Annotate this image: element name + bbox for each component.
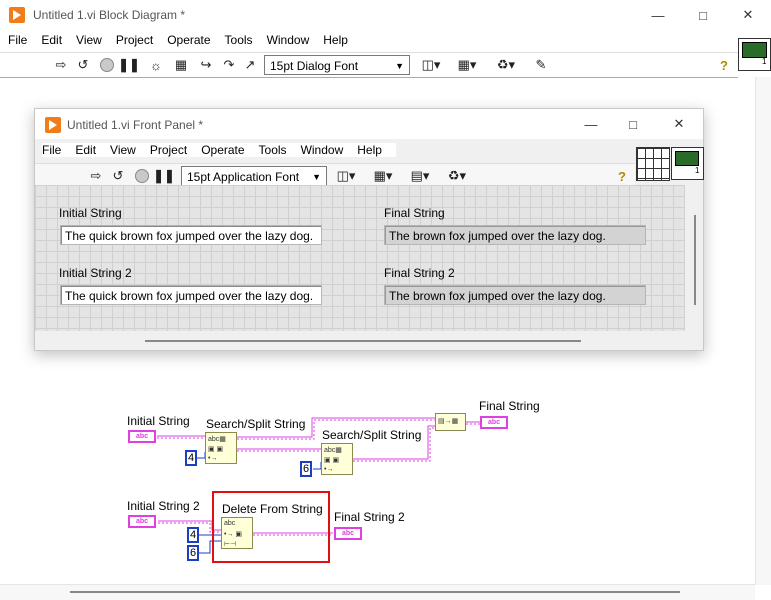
final-string-indicator: The brown fox jumped over the lazy dog. xyxy=(384,225,646,245)
delete-from-string-node[interactable]: abc •→ ▣ ⊢⊣ xyxy=(221,517,253,549)
fp-font-select[interactable]: 15pt Application Font ▼ xyxy=(181,166,327,186)
menu-help[interactable]: Help xyxy=(357,143,382,157)
search-split-1-label: Search/Split String xyxy=(206,417,306,431)
search-split-string-node-2[interactable]: abc▦ ▣ ▣ •→ xyxy=(321,443,353,475)
delete-from-string-label: Delete From String xyxy=(222,502,323,516)
fp-horizontal-scrollbar[interactable] xyxy=(35,331,686,349)
run-arrow-icon[interactable]: ⇨ xyxy=(87,167,105,185)
close-button[interactable]: ✕ xyxy=(664,113,694,135)
menu-operate[interactable]: Operate xyxy=(167,33,210,47)
search-split-string-node-1[interactable]: abc▦ ▣ ▣ •→ xyxy=(205,432,237,464)
numeric-constant-4[interactable]: 4 xyxy=(187,527,199,543)
context-help-icon[interactable]: ? xyxy=(613,167,631,185)
labview-app-icon xyxy=(45,117,61,133)
menu-project[interactable]: Project xyxy=(150,143,187,157)
bd-window-title: Untitled 1.vi Block Diagram * xyxy=(33,8,186,22)
fp-title-bar: Untitled 1.vi Front Panel * — □ ✕ xyxy=(35,109,703,139)
run-arrow-icon[interactable]: ⇨ xyxy=(52,56,70,74)
menu-help[interactable]: Help xyxy=(323,33,348,47)
initial-string-control[interactable]: The quick brown fox jumped over the lazy… xyxy=(60,225,322,245)
reorder-icon[interactable]: ♻▾ xyxy=(445,167,469,185)
vi-icon[interactable]: 1 xyxy=(671,147,704,180)
initial-string-2-label: Initial String 2 xyxy=(59,266,132,280)
chevron-down-icon: ▼ xyxy=(312,172,321,182)
close-button[interactable]: ✕ xyxy=(733,4,763,26)
menu-view[interactable]: View xyxy=(110,143,136,157)
menu-operate[interactable]: Operate xyxy=(201,143,244,157)
chevron-down-icon: ▼ xyxy=(395,61,404,71)
front-panel-window[interactable]: Untitled 1.vi Front Panel * — □ ✕ File Ed… xyxy=(34,108,704,351)
highlight-execution-icon[interactable]: ☼ xyxy=(147,56,165,74)
bd-toolbar: ⇨ ↺ ❚❚ ☼ ▦ ↪ ↷ ↗ 15pt Dialog Font ▼ ◫▾ ▦▾… xyxy=(0,52,738,78)
initial-string-2-control[interactable]: The quick brown fox jumped over the lazy… xyxy=(60,285,322,305)
bd-font-select[interactable]: 15pt Dialog Font ▼ xyxy=(264,55,410,75)
maximize-button[interactable]: □ xyxy=(688,4,718,26)
menu-file[interactable]: File xyxy=(42,143,61,157)
abort-icon[interactable] xyxy=(98,56,116,74)
menu-project[interactable]: Project xyxy=(116,33,153,47)
menu-file[interactable]: File xyxy=(8,33,27,47)
numeric-constant-4[interactable]: 4 xyxy=(185,450,197,466)
final-string-2-terminal-label: Final String 2 xyxy=(334,510,405,524)
bd-font-select-value: 15pt Dialog Font xyxy=(270,59,359,73)
fp-vertical-scrollbar[interactable] xyxy=(686,185,703,331)
final-string-terminal-label: Final String xyxy=(479,399,540,413)
menu-tools[interactable]: Tools xyxy=(225,33,253,47)
align-objects-icon[interactable]: ◫▾ xyxy=(419,56,443,74)
retain-wire-values-icon[interactable]: ▦ xyxy=(172,56,190,74)
clean-up-diagram-icon[interactable]: ✎ xyxy=(530,56,552,74)
reorder-icon[interactable]: ♻▾ xyxy=(494,56,518,74)
initial-string-label: Initial String xyxy=(59,206,122,220)
menu-view[interactable]: View xyxy=(76,33,102,47)
fp-window-title: Untitled 1.vi Front Panel * xyxy=(67,118,204,132)
final-string-label: Final String xyxy=(384,206,445,220)
numeric-constant-6[interactable]: 6 xyxy=(300,461,312,477)
fp-font-select-value: 15pt Application Font xyxy=(187,170,300,184)
maximize-button[interactable]: □ xyxy=(618,113,648,135)
numeric-constant-6[interactable]: 6 xyxy=(187,545,199,561)
final-string-terminal[interactable]: abc xyxy=(480,416,508,429)
horizontal-scrollbar[interactable] xyxy=(0,584,755,600)
distribute-objects-icon[interactable]: ▦▾ xyxy=(371,167,395,185)
pause-icon[interactable]: ❚❚ xyxy=(153,167,175,185)
labview-app-icon xyxy=(9,7,25,23)
align-objects-icon[interactable]: ◫▾ xyxy=(334,167,358,185)
distribute-objects-icon[interactable]: ▦▾ xyxy=(455,56,479,74)
run-continuously-icon[interactable]: ↺ xyxy=(74,56,92,74)
search-split-2-label: Search/Split String xyxy=(322,428,422,442)
bd-menu-bar: File Edit View Project Operate Tools Window Hel… xyxy=(8,33,362,51)
step-out-icon[interactable]: ↗ xyxy=(241,56,259,74)
menu-edit[interactable]: Edit xyxy=(75,143,96,157)
menu-tools[interactable]: Tools xyxy=(259,143,287,157)
run-continuously-icon[interactable]: ↺ xyxy=(109,167,127,185)
bd-title-bar: Untitled 1.vi Block Diagram * — □ ✕ xyxy=(0,0,771,30)
initial-string-terminal[interactable]: abc xyxy=(128,430,156,443)
initial-string-terminal-label: Initial String xyxy=(127,414,190,428)
initial-string-2-terminal[interactable]: abc xyxy=(128,515,156,528)
vertical-scrollbar[interactable] xyxy=(755,77,771,585)
menu-window[interactable]: Window xyxy=(301,143,344,157)
context-help-icon[interactable]: ? xyxy=(715,56,733,74)
step-into-icon[interactable]: ↪ xyxy=(197,56,215,74)
menu-window[interactable]: Window xyxy=(267,33,310,47)
vi-connector-icon[interactable]: 1 xyxy=(738,38,771,71)
final-string-2-label: Final String 2 xyxy=(384,266,455,280)
final-string-2-terminal[interactable]: abc xyxy=(334,527,362,540)
menu-edit[interactable]: Edit xyxy=(41,33,62,47)
final-string-2-indicator: The brown fox jumped over the lazy dog. xyxy=(384,285,646,305)
minimize-button[interactable]: — xyxy=(576,113,606,135)
resize-objects-icon[interactable]: ▤▾ xyxy=(408,167,432,185)
concatenate-strings-node[interactable]: ▤→▦ xyxy=(435,413,466,431)
step-over-icon[interactable]: ↷ xyxy=(220,56,238,74)
connector-pane-icon[interactable] xyxy=(636,147,670,181)
pause-icon[interactable]: ❚❚ xyxy=(118,56,140,74)
initial-string-2-terminal-label: Initial String 2 xyxy=(127,499,200,513)
fp-menu-bar: File Edit View Project Operate Tools Window Hel… xyxy=(42,143,396,157)
front-panel-canvas[interactable]: Initial String The quick brown fox jumpe… xyxy=(35,185,685,331)
abort-icon[interactable] xyxy=(133,167,151,185)
minimize-button[interactable]: — xyxy=(643,4,673,26)
